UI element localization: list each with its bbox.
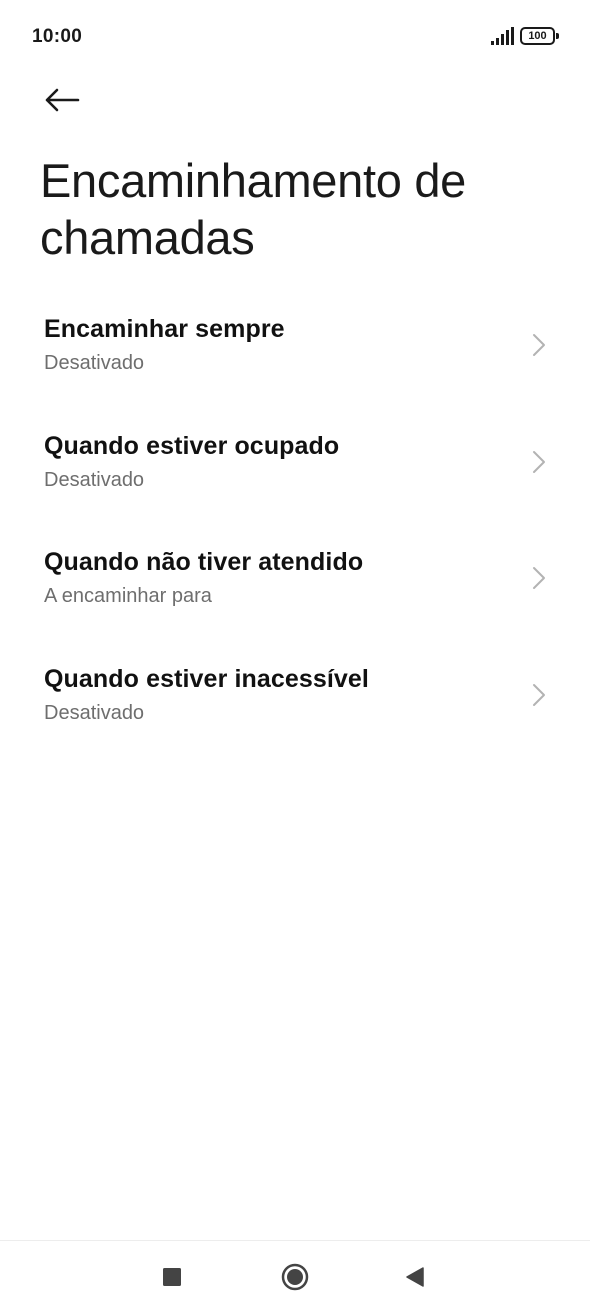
chevron-right-icon [533,450,545,473]
chevron-right-icon [533,567,545,589]
page-title: Encaminhamento de chamadas [40,154,467,264]
back-button[interactable] [30,74,94,126]
list-item-when-unanswered[interactable]: Quando não tiver atendido A encaminhar p… [0,523,590,640]
call-forwarding-screen: 10:00 100 Encaminhamento de chamadas Enc… [0,0,590,1312]
arrow-left-icon [45,88,80,112]
status-time: 10:00 [32,26,83,47]
item-subtitle: Desativado [44,468,145,491]
item-subtitle: Desativado [44,701,145,724]
status-bar: 10:00 100 [0,0,590,72]
list-item-always-forward[interactable]: Encaminhar sempre Desativado [0,290,590,407]
item-title: Quando não tiver atendido [44,548,364,576]
chevron-right-icon [533,683,545,706]
item-title: Quando estiver ocupado [44,431,340,460]
square-icon [163,1268,181,1286]
list-item-when-unreachable[interactable]: Quando estiver inacessível Desativado [0,640,590,757]
item-subtitle: Desativado [44,352,145,374]
signal-bars-icon [491,27,514,45]
triangle-back-icon [406,1267,424,1287]
navigation-bar [0,1240,590,1312]
battery-level: 100 [520,27,555,45]
battery-tip [556,33,559,39]
item-title: Encaminhar sempre [44,315,285,343]
item-title: Quando estiver inacessível [44,664,369,693]
circle-icon [281,1263,309,1291]
list-item-when-busy[interactable]: Quando estiver ocupado Desativado [0,407,590,524]
chevron-right-icon [533,334,545,356]
item-subtitle: A encaminhar para [44,585,212,607]
home-button[interactable] [275,1257,315,1297]
battery-icon: 100 [520,26,560,46]
settings-list: Encaminhar sempre Desativado Quando esti… [0,290,590,756]
recents-button[interactable] [152,1257,192,1297]
nav-back-button[interactable] [395,1257,435,1297]
